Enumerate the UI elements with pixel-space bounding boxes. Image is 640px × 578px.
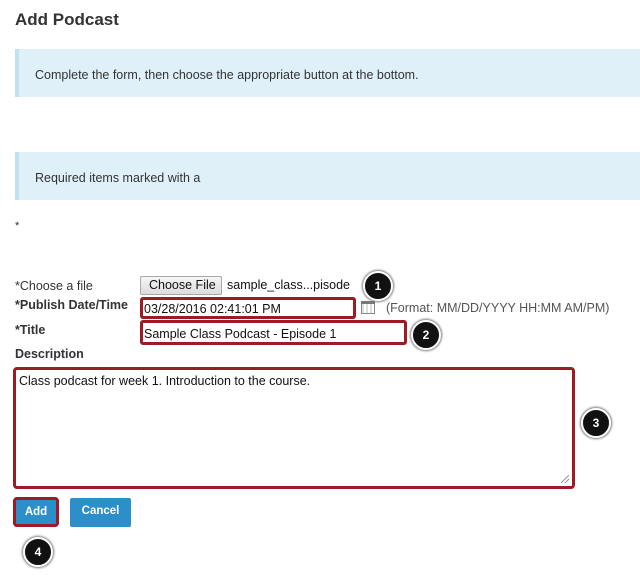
page-title: Add Podcast bbox=[15, 10, 119, 29]
date-format-hint: (Format: MM/DD/YYYY HH:MM AM/PM) bbox=[386, 301, 610, 315]
calendar-icon[interactable] bbox=[361, 301, 375, 314]
add-button[interactable]: Add bbox=[13, 497, 59, 527]
required-star: * bbox=[15, 220, 20, 232]
resize-handle-icon[interactable] bbox=[561, 475, 569, 483]
instructions-text: Complete the form, then choose the appro… bbox=[35, 68, 419, 82]
callout-badge-1: 1 bbox=[363, 271, 393, 301]
publish-date-input[interactable]: 03/28/2016 02:41:01 PM bbox=[140, 297, 356, 319]
required-note-text: Required items marked with a bbox=[35, 171, 201, 185]
publish-date-label: *Publish Date/Time bbox=[15, 298, 128, 312]
choose-file-button[interactable]: Choose File bbox=[140, 276, 222, 295]
instructions-box: Complete the form, then choose the appro… bbox=[15, 49, 640, 97]
description-text: Class podcast for week 1. Introduction t… bbox=[19, 374, 311, 388]
cancel-button[interactable]: Cancel bbox=[70, 498, 131, 527]
file-label: *Choose a file bbox=[15, 279, 93, 293]
callout-badge-3: 3 bbox=[581, 408, 611, 438]
callout-badge-2: 2 bbox=[411, 320, 441, 350]
file-name: sample_class...pisode bbox=[227, 278, 350, 292]
description-textarea[interactable]: Class podcast for week 1. Introduction t… bbox=[13, 367, 575, 489]
title-input[interactable]: Sample Class Podcast - Episode 1 bbox=[140, 320, 407, 345]
required-note-box: Required items marked with a bbox=[15, 152, 640, 200]
callout-badge-4: 4 bbox=[23, 537, 53, 567]
description-label: Description bbox=[15, 347, 84, 361]
title-label: *Title bbox=[15, 323, 46, 337]
